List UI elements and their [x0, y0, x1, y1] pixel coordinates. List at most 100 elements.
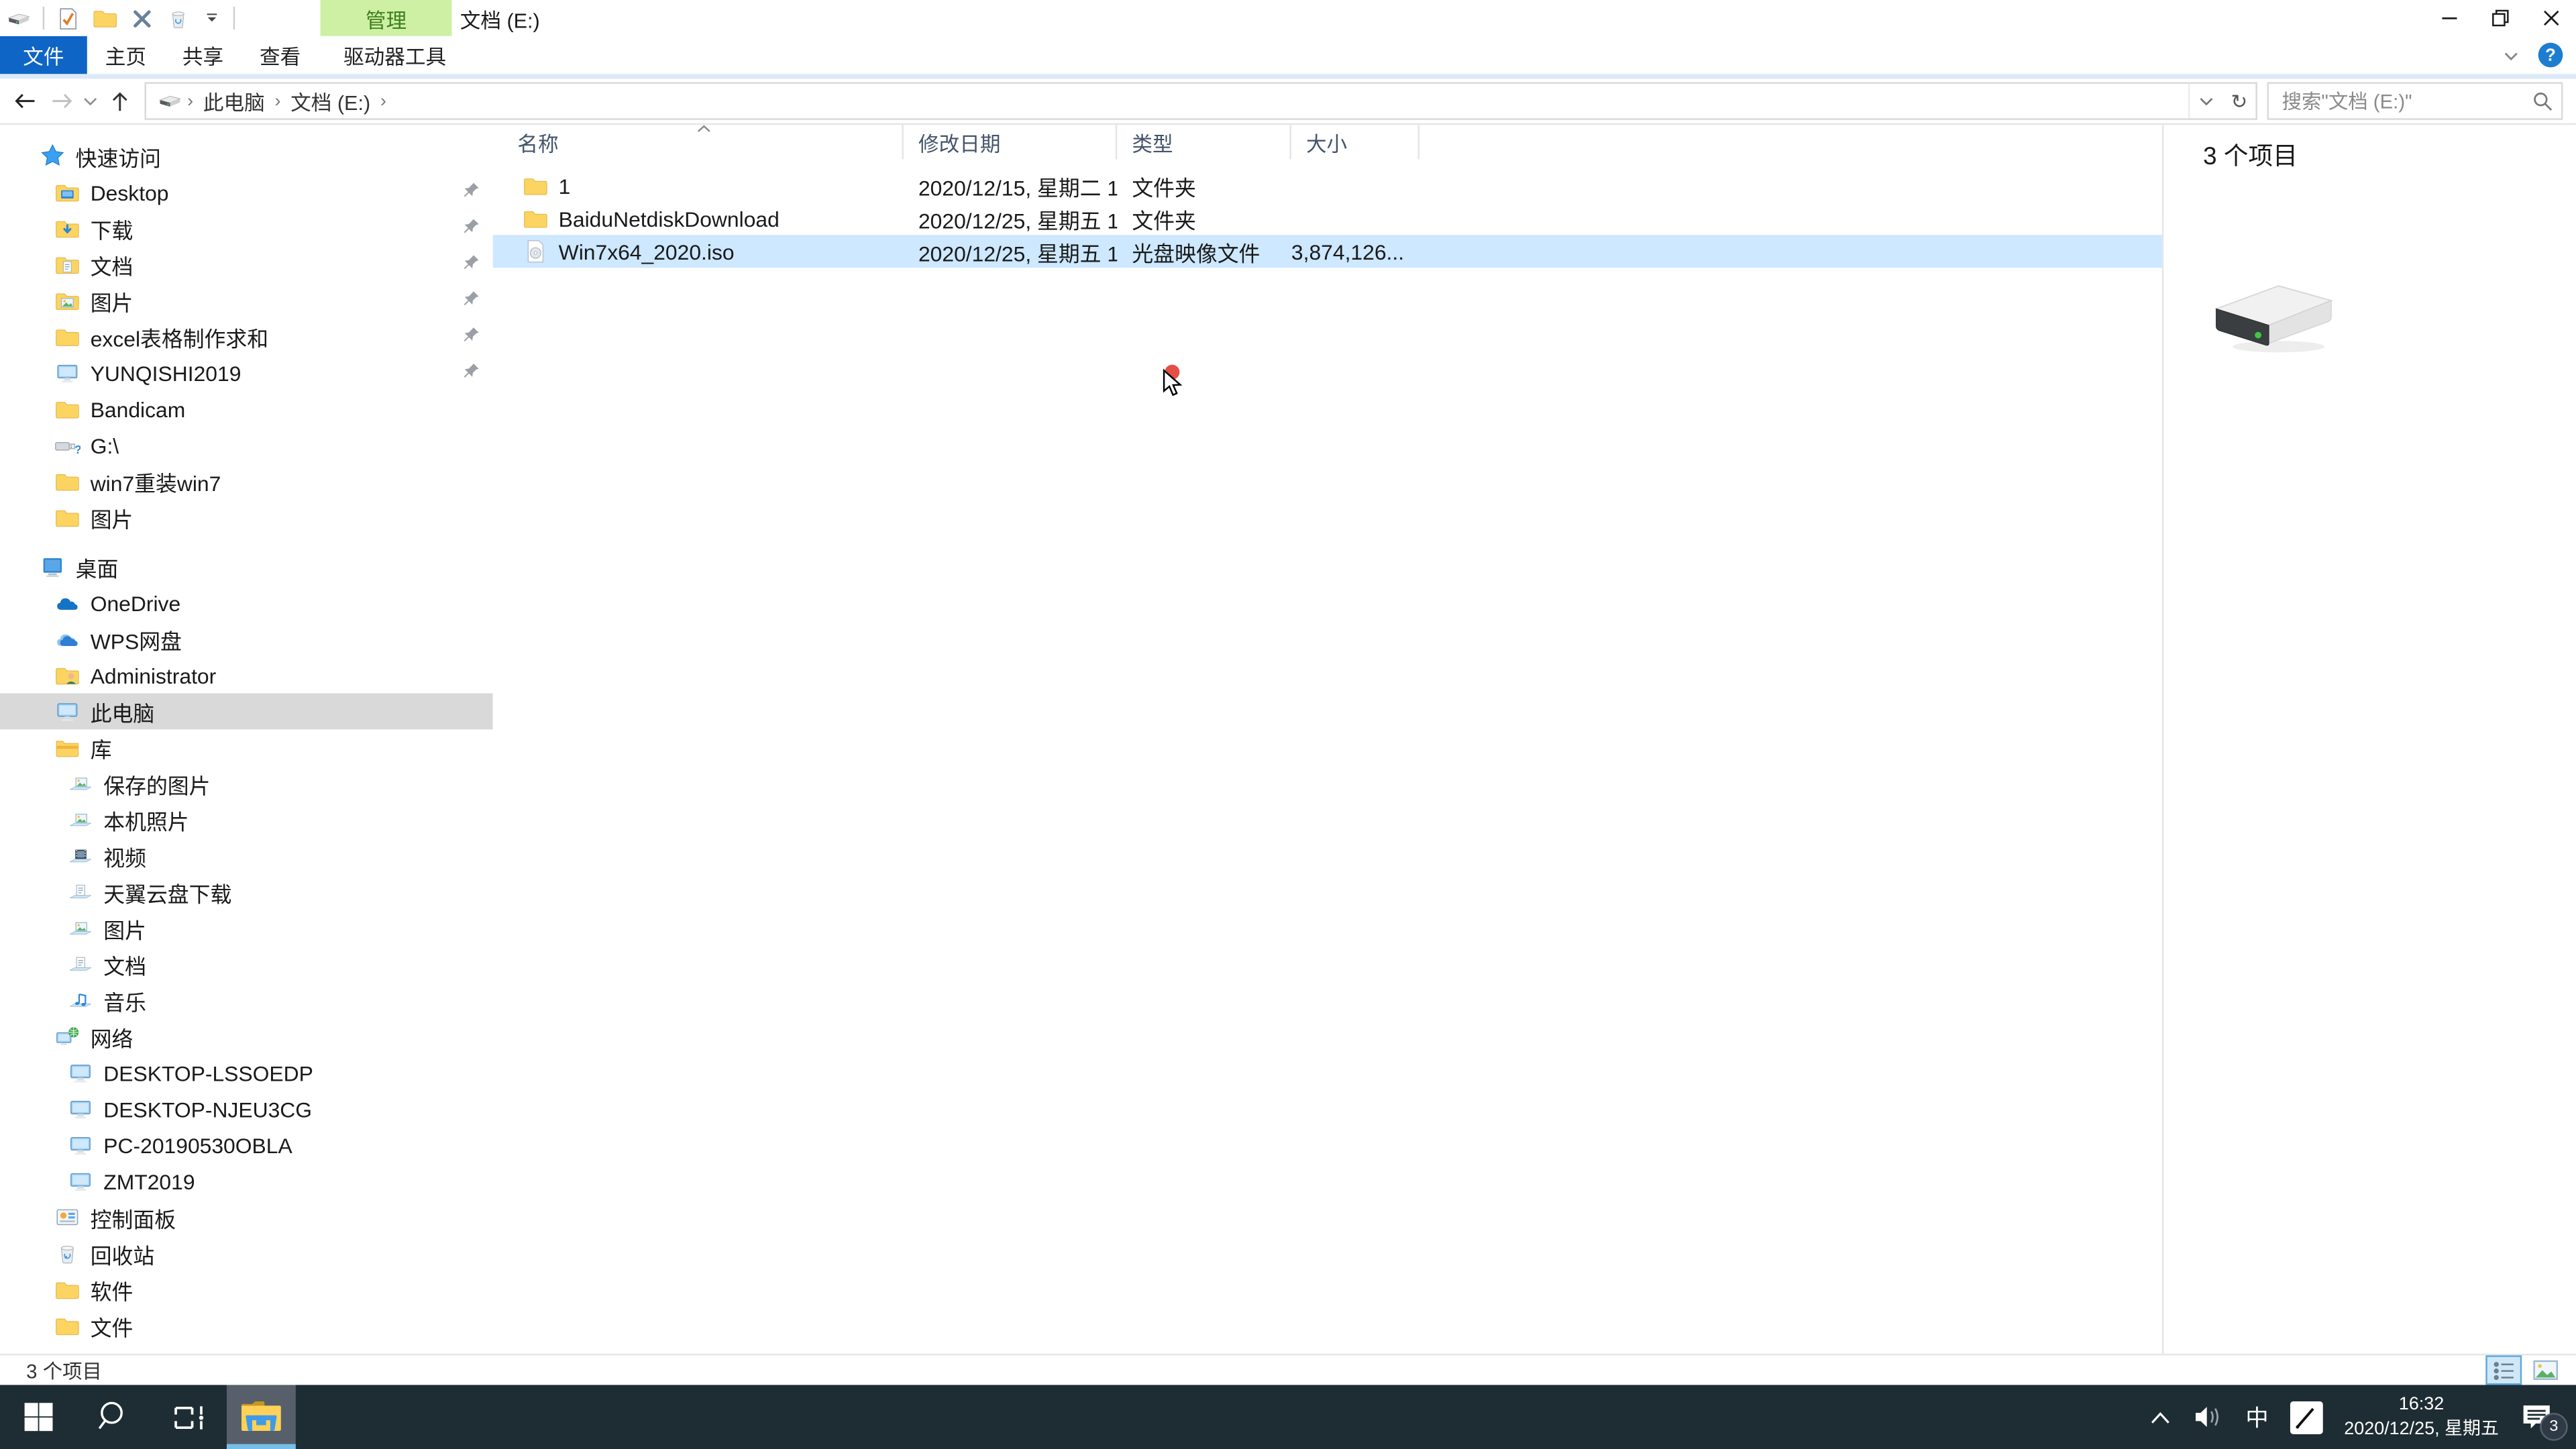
- sidebar-item-DESKTOP-LSSOEDP[interactable]: DESKTOP-LSSOEDP: [0, 1055, 493, 1091]
- sidebar-item-图片[interactable]: 图片: [0, 910, 493, 947]
- restore-button[interactable]: [2474, 0, 2525, 36]
- breadcrumb-separator: ›: [187, 91, 194, 111]
- sidebar-item-库[interactable]: 库: [0, 729, 493, 765]
- action-center-button[interactable]: 3: [2520, 1401, 2567, 1440]
- address-dropdown-button[interactable]: [2188, 83, 2222, 119]
- up-button[interactable]: [102, 83, 138, 119]
- sidebar-item-桌面[interactable]: 桌面: [0, 549, 493, 585]
- tab-共享[interactable]: 共享: [164, 36, 241, 74]
- qat-dropdown-button[interactable]: [202, 8, 221, 28]
- sidebar-item-保存的图片[interactable]: 保存的图片: [0, 765, 493, 802]
- start-button[interactable]: [0, 1385, 76, 1449]
- column-header-名称[interactable]: 名称: [502, 125, 904, 160]
- sidebar-item-音乐[interactable]: 音乐: [0, 982, 493, 1018]
- preview-pane: 3 个项目: [2163, 125, 2576, 1354]
- file-date: 2020/12/25, 星期五 1...: [918, 207, 1118, 233]
- delete-x-button[interactable]: [129, 6, 154, 31]
- task-view-button[interactable]: [151, 1385, 227, 1449]
- sidebar-item-天翼云盘下载[interactable]: 天翼云盘下载: [0, 874, 493, 910]
- taskbar-search-button[interactable]: [76, 1385, 152, 1449]
- breadcrumb-item-文档 (E:)[interactable]: 文档 (E:): [282, 85, 379, 117]
- sidebar-item-OneDrive[interactable]: OneDrive: [0, 585, 493, 621]
- sidebar-item-此电脑[interactable]: 此电脑: [0, 693, 493, 730]
- recent-locations-button[interactable]: [79, 83, 102, 119]
- sidebar-item-label: 桌面: [75, 555, 119, 581]
- window-system-icon[interactable]: [7, 6, 32, 31]
- tab-文件[interactable]: 文件: [0, 36, 87, 74]
- sidebar-item-Bandicam[interactable]: Bandicam: [0, 391, 493, 427]
- volume-icon[interactable]: [2193, 1403, 2224, 1431]
- column-header-大小[interactable]: 大小: [1291, 125, 1419, 160]
- back-button[interactable]: [7, 83, 43, 119]
- sidebar-item-文件[interactable]: 文件: [0, 1307, 493, 1344]
- taskbar-clock[interactable]: 16:32 2020/12/25, 星期五: [2344, 1393, 2499, 1440]
- recycle-bin-button[interactable]: [166, 6, 191, 31]
- breadcrumb-item-此电脑[interactable]: 此电脑: [195, 85, 273, 117]
- file-explorer-icon: [241, 1401, 281, 1432]
- file-rows: 1 2020/12/15, 星期二 1... 文件夹 BaiduNetdiskDown…: [492, 160, 2162, 268]
- drive-preview-icon: [2203, 276, 2341, 361]
- tab-驱动器工具[interactable]: 驱动器工具: [325, 36, 464, 74]
- chevron-down-icon: [2200, 97, 2213, 105]
- column-header-修改日期[interactable]: 修改日期: [904, 125, 1118, 160]
- iso-file: [523, 238, 549, 264]
- pen-input-icon[interactable]: [2290, 1400, 2323, 1434]
- details-view-button[interactable]: [2485, 1355, 2522, 1385]
- search-icon[interactable]: [2532, 91, 2553, 112]
- sidebar-item-快速访问[interactable]: 快速访问: [0, 138, 493, 174]
- folder: [523, 205, 549, 231]
- taskbar-file-explorer-button[interactable]: [226, 1385, 296, 1449]
- ime-indicator[interactable]: 中: [2245, 1401, 2268, 1434]
- clock-time: 16:32: [2398, 1395, 2445, 1415]
- sidebar-item-网络[interactable]: 网络: [0, 1018, 493, 1055]
- sidebar-item-excel表格制作求和[interactable]: excel表格制作求和: [0, 319, 493, 355]
- sidebar-item-ZMT2019[interactable]: ZMT2019: [0, 1163, 493, 1199]
- sidebar-item-视频[interactable]: 视频: [0, 838, 493, 874]
- tab-查看[interactable]: 查看: [241, 36, 319, 74]
- file-row-BaiduNetdiskDownload[interactable]: BaiduNetdiskDownload 2020/12/25, 星期五 1...…: [493, 202, 2162, 235]
- help-button[interactable]: ?: [2538, 42, 2563, 68]
- sidebar-item-DESKTOP-NJEU3CG[interactable]: DESKTOP-NJEU3CG: [0, 1091, 493, 1127]
- sidebar-item-图片[interactable]: 图片: [0, 282, 493, 319]
- file-list-pane[interactable]: 名称 修改日期 类型 大小 1 2020/12/15, 星期二 1... 文件夹 Baidu…: [492, 125, 2162, 1354]
- ribbon-collapse-icon[interactable]: [2500, 45, 2522, 64]
- usb-drive: ?: [54, 432, 80, 458]
- minimize-button[interactable]: [2423, 0, 2474, 36]
- folder-picture: [54, 288, 80, 314]
- sidebar-item-Desktop[interactable]: Desktop: [0, 174, 493, 211]
- sort-ascending-icon: [696, 125, 711, 133]
- close-button[interactable]: [2525, 0, 2576, 36]
- properties-check-button[interactable]: [56, 6, 80, 31]
- sidebar-item-G:\[interactable]: ? G:\: [0, 427, 493, 464]
- sidebar-item-label: Desktop: [90, 180, 169, 205]
- quick-access-toolbar: [7, 0, 235, 36]
- sidebar-item-本机照片[interactable]: 本机照片: [0, 802, 493, 838]
- search-input[interactable]: [2269, 89, 2532, 113]
- tab-主页[interactable]: 主页: [87, 36, 164, 74]
- search-icon: [97, 1401, 122, 1430]
- sidebar-item-PC-20190530OBLA[interactable]: PC-20190530OBLA: [0, 1127, 493, 1163]
- sidebar-item-WPS网盘[interactable]: WPS网盘: [0, 621, 493, 657]
- tray-expand-icon[interactable]: [2149, 1409, 2171, 1425]
- ribbon-tabs: 文件 主页 共享 查看 驱动器工具: [0, 36, 464, 74]
- new-folder-button[interactable]: [92, 5, 118, 31]
- sidebar-item-win7重装win7[interactable]: win7重装win7: [0, 464, 493, 500]
- refresh-button[interactable]: ↻: [2222, 84, 2255, 118]
- sidebar-item-软件[interactable]: 软件: [0, 1272, 493, 1308]
- column-header-label: 大小: [1305, 133, 1348, 156]
- address-bar[interactable]: › 此电脑 › 文档 (E:) › ↻: [144, 82, 2257, 120]
- sidebar-item-Administrator[interactable]: Administrator: [0, 657, 493, 694]
- sidebar-item-图片[interactable]: 图片: [0, 499, 493, 535]
- sidebar-item-控制面板[interactable]: 控制面板: [0, 1199, 493, 1236]
- sidebar-item-文档[interactable]: 文档: [0, 947, 493, 983]
- column-header-类型[interactable]: 类型: [1117, 125, 1291, 160]
- sidebar-item-回收站[interactable]: 回收站: [0, 1236, 493, 1272]
- file-row-Win7x64_2020.iso[interactable]: Win7x64_2020.iso 2020/12/25, 星期五 1... 光盘映像…: [492, 235, 2162, 268]
- contextual-tab-group[interactable]: 管理: [320, 0, 452, 36]
- thumbnail-view-button[interactable]: [2527, 1355, 2563, 1385]
- sidebar-item-YUNQISHI2019[interactable]: YUNQISHI2019: [0, 355, 493, 391]
- file-row-1[interactable]: 1 2020/12/15, 星期二 1... 文件夹: [493, 169, 2162, 202]
- sidebar-item-下载[interactable]: 下载: [0, 210, 493, 246]
- forward-button[interactable]: [43, 83, 79, 119]
- sidebar-item-文档[interactable]: 文档: [0, 246, 493, 282]
